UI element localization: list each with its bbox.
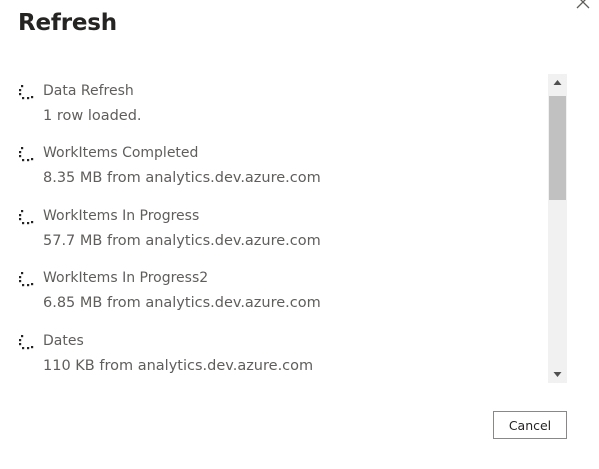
item-name: WorkItems In Progress2 — [43, 270, 209, 286]
list-item: Data Refresh 1 row loaded. — [0, 75, 540, 125]
item-status: 110 KB from analytics.dev.azure.com — [43, 358, 314, 374]
item-status: 8.35 MB from analytics.dev.azure.com — [43, 170, 321, 186]
list-item: Dates 110 KB from analytics.dev.azure.co… — [0, 325, 540, 375]
item-status: 6.85 MB from analytics.dev.azure.com — [43, 295, 321, 311]
item-name: Dates — [43, 333, 84, 349]
vertical-scrollbar[interactable] — [548, 74, 567, 383]
item-name: WorkItems In Progress — [43, 208, 200, 224]
loading-spinner-icon — [19, 85, 34, 100]
dialog-title: Refresh — [18, 10, 117, 36]
close-icon[interactable] — [575, 0, 591, 10]
scroll-thumb[interactable] — [549, 96, 566, 200]
item-name: WorkItems Completed — [43, 145, 199, 161]
item-status: 1 row loaded. — [43, 108, 142, 124]
item-status: 57.7 MB from analytics.dev.azure.com — [43, 233, 321, 249]
list-item: WorkItems In Progress 57.7 MB from analy… — [0, 200, 540, 250]
loading-spinner-icon — [19, 272, 34, 287]
loading-spinner-icon — [19, 335, 34, 350]
item-name: Data Refresh — [43, 83, 134, 99]
loading-spinner-icon — [19, 210, 34, 225]
scroll-up-arrow-icon[interactable] — [548, 74, 567, 91]
list-item: WorkItems In Progress2 6.85 MB from anal… — [0, 262, 540, 312]
list-item: WorkItems Completed 8.35 MB from analyti… — [0, 137, 540, 187]
loading-spinner-icon — [19, 147, 34, 162]
refresh-items-list: Data Refresh 1 row loaded. WorkItems Com… — [0, 70, 545, 380]
scroll-down-arrow-icon[interactable] — [548, 366, 567, 383]
cancel-button[interactable]: Cancel — [493, 411, 567, 439]
